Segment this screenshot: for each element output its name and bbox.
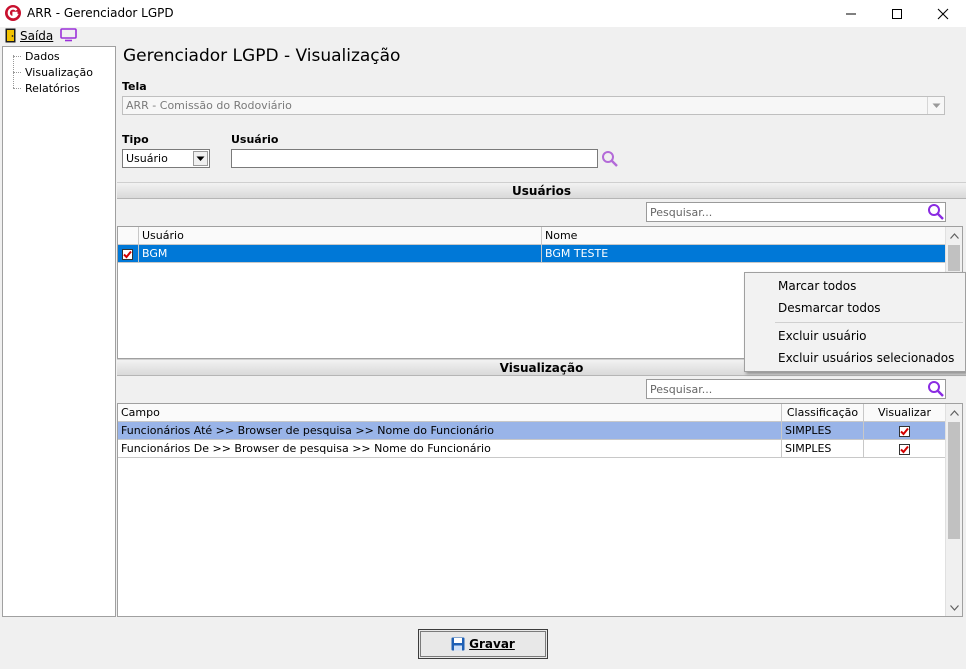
scroll-down-icon[interactable]: [946, 599, 963, 616]
cell-classificacao: SIMPLES: [782, 422, 864, 440]
exit-door-icon[interactable]: [5, 28, 16, 43]
users-grid-header: Usuário Nome: [118, 227, 946, 245]
navigation-tree: Dados Visualização Relatórios: [2, 46, 116, 617]
search-icon[interactable]: [927, 203, 945, 221]
visualizar-checkbox[interactable]: [899, 444, 910, 455]
cell-usuario: BGM: [139, 245, 542, 263]
table-row[interactable]: Funcionários De >> Browser de pesquisa >…: [118, 440, 946, 458]
visualizacao-grid-header: Campo Classificação Visualizar: [118, 404, 946, 422]
chevron-down-icon[interactable]: [927, 97, 944, 114]
search-icon[interactable]: [601, 150, 619, 168]
visualizacao-grid-scrollbar[interactable]: [945, 404, 962, 616]
tipo-select-value: Usuário: [126, 152, 168, 165]
tela-select-value: ARR - Comissão do Rodoviário: [126, 99, 292, 112]
maximize-button[interactable]: [874, 0, 920, 27]
tela-label: Tela: [122, 80, 147, 93]
minimize-button[interactable]: [828, 0, 874, 27]
minimize-icon: [846, 13, 856, 14]
column-header-campo[interactable]: Campo: [118, 404, 782, 422]
column-header-nome[interactable]: Nome: [542, 227, 946, 245]
checkmark-icon: [900, 427, 909, 436]
search-icon[interactable]: [927, 380, 945, 398]
visualizacao-grid[interactable]: Campo Classificação Visualizar Funcionár…: [117, 403, 963, 617]
tipo-label: Tipo: [122, 133, 149, 146]
column-header-visualizar[interactable]: Visualizar: [864, 404, 946, 422]
checkmark-icon: [123, 250, 132, 259]
usuario-label: Usuário: [231, 133, 279, 146]
tela-select[interactable]: ARR - Comissão do Rodoviário: [122, 96, 945, 115]
scrollbar-thumb[interactable]: [948, 245, 960, 271]
window-title: ARR - Gerenciador LGPD: [27, 6, 174, 20]
column-header-usuario[interactable]: Usuário: [139, 227, 542, 245]
save-button-label: Gravar: [469, 637, 515, 651]
tree-item-relatorios[interactable]: Relatórios: [25, 82, 80, 95]
app-logo-icon: [4, 4, 22, 22]
scrollbar-thumb[interactable]: [948, 422, 960, 539]
tree-item-dados[interactable]: Dados: [25, 50, 60, 63]
visualizar-checkbox[interactable]: [899, 426, 910, 437]
menu-item-desmarcar-todos[interactable]: Desmarcar todos: [778, 301, 881, 315]
row-checkbox-cell[interactable]: [118, 245, 139, 263]
usuarios-section-header: Usuários: [117, 182, 966, 199]
cell-campo: Funcionários Até >> Browser de pesquisa …: [118, 422, 782, 440]
save-button[interactable]: Gravar: [418, 629, 548, 659]
monitor-icon[interactable]: [60, 28, 77, 42]
table-row[interactable]: BGM BGM TESTE: [118, 245, 946, 263]
usuario-input[interactable]: [231, 149, 598, 168]
chevron-down-icon[interactable]: [193, 151, 208, 166]
save-label-text: Gravar: [469, 637, 515, 651]
maximize-icon: [892, 8, 902, 19]
context-menu: Marcar todos Desmarcar todos Excluir usu…: [744, 272, 966, 372]
column-header-classificacao[interactable]: Classificação: [782, 404, 864, 422]
menu-item-excluir-usuario[interactable]: Excluir usuário: [778, 329, 867, 343]
page-title: Gerenciador LGPD - Visualização: [123, 46, 401, 66]
scroll-up-icon[interactable]: [946, 404, 963, 421]
row-checkbox[interactable]: [122, 249, 133, 260]
cell-campo: Funcionários De >> Browser de pesquisa >…: [118, 440, 782, 458]
users-search-input[interactable]: Pesquisar...: [646, 202, 946, 222]
cell-nome: BGM TESTE: [542, 245, 946, 263]
checkbox-column-header: [118, 227, 139, 245]
menu-item-marcar-todos[interactable]: Marcar todos: [778, 279, 856, 293]
cell-visualizar[interactable]: [864, 422, 946, 440]
tree-item-visualizacao[interactable]: Visualização: [25, 66, 93, 79]
cell-classificacao: SIMPLES: [782, 440, 864, 458]
close-icon: [937, 8, 949, 19]
tipo-select[interactable]: Usuário: [122, 149, 210, 168]
table-row[interactable]: Funcionários Até >> Browser de pesquisa …: [118, 422, 946, 440]
exit-menu-item[interactable]: Saída: [20, 29, 53, 43]
checkmark-icon: [900, 445, 909, 454]
toolbar: [0, 27, 966, 45]
menu-separator: [775, 322, 963, 323]
exit-label: Saída: [20, 29, 54, 43]
menu-item-excluir-selecionados[interactable]: Excluir usuários selecionados: [778, 351, 954, 365]
close-button[interactable]: [920, 0, 966, 27]
floppy-disk-icon: [451, 637, 465, 651]
scroll-up-icon[interactable]: [946, 227, 963, 244]
cell-visualizar[interactable]: [864, 440, 946, 458]
visualizacao-search-input[interactable]: Pesquisar...: [646, 379, 946, 399]
